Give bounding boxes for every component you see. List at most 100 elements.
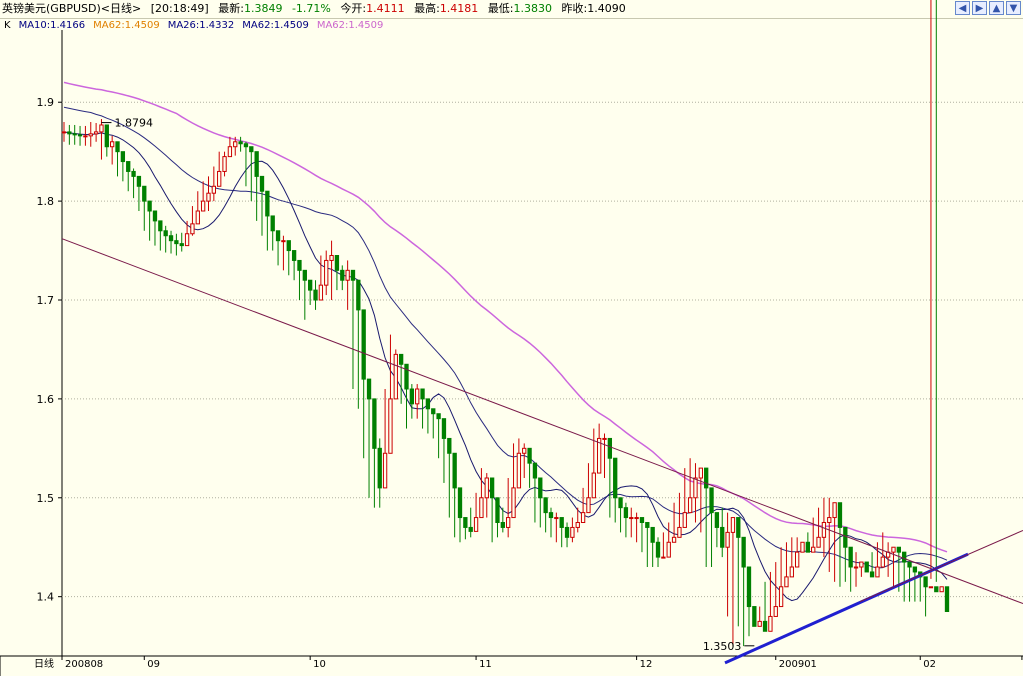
candle-up	[329, 255, 334, 261]
candle-down	[650, 526, 655, 543]
candle-up	[666, 541, 671, 558]
candle-up	[634, 517, 639, 520]
candle-up	[554, 517, 559, 520]
candle-up	[629, 517, 634, 520]
candle-down	[152, 210, 158, 222]
candle-up	[821, 522, 827, 538]
candle-down	[639, 517, 645, 523]
candle-up	[811, 546, 816, 553]
candle-down	[468, 526, 473, 532]
candle-down	[131, 170, 136, 177]
candle-down	[864, 561, 869, 573]
candle-up	[880, 556, 885, 568]
candle-down	[912, 566, 918, 573]
candle-down	[302, 269, 307, 281]
candle-down	[147, 200, 152, 212]
candle-down	[163, 230, 168, 237]
candle-down	[896, 546, 901, 553]
candle-up	[725, 531, 730, 548]
candle-up	[83, 135, 88, 138]
ma62-line	[63, 81, 948, 553]
candle-down	[270, 215, 275, 232]
candle-up	[382, 452, 388, 489]
high-marker-label: 1.8794	[114, 117, 152, 130]
candle-down	[420, 388, 425, 400]
y-tick-label: 1.7	[37, 294, 55, 307]
candle-up	[859, 561, 864, 568]
candle-down	[463, 517, 468, 528]
candle-down	[334, 255, 340, 271]
candle-up	[200, 200, 206, 212]
candle-up	[93, 131, 99, 135]
candle-down	[607, 437, 613, 459]
candle-up	[88, 133, 93, 137]
candle-down	[361, 309, 366, 380]
candle-down	[848, 546, 853, 568]
x-tick-label: 09	[147, 659, 160, 670]
candle-down	[120, 151, 126, 163]
candle-up	[580, 512, 586, 523]
candle-down	[746, 566, 752, 608]
candle-up	[827, 517, 832, 523]
y-tick-label: 1.6	[37, 393, 55, 406]
candle-down	[356, 279, 361, 311]
low-marker-label: 1.3503	[703, 640, 742, 653]
candle-up	[110, 141, 115, 148]
candle-up	[516, 452, 522, 489]
candle-up	[773, 606, 778, 617]
candle-up	[227, 146, 233, 158]
candle-down	[944, 586, 950, 612]
candle-down	[543, 497, 548, 514]
candle-up	[661, 556, 666, 559]
candle-down	[425, 398, 431, 410]
candle-down	[340, 269, 345, 281]
candle-down	[741, 536, 746, 568]
candle-up	[778, 586, 784, 608]
candle-up	[233, 141, 238, 148]
candle-down	[142, 185, 147, 202]
y-tick-label: 1.9	[37, 96, 55, 109]
candle-down	[265, 190, 270, 217]
x-tick-label: 02	[923, 659, 936, 670]
candle-down	[618, 497, 623, 509]
candle-up	[281, 240, 286, 243]
candle-up	[816, 536, 821, 548]
candle-down	[752, 606, 757, 627]
candle-down	[308, 279, 313, 291]
candle-up	[891, 546, 896, 553]
candle-down	[805, 541, 811, 553]
candle-down	[249, 146, 254, 153]
candle-down	[907, 561, 912, 568]
candle-down	[259, 175, 265, 192]
candle-down	[538, 477, 543, 499]
candle-down	[923, 576, 928, 588]
resistance-trendline	[61, 238, 1023, 605]
candle-up	[768, 615, 773, 632]
candle-up	[794, 551, 800, 568]
candle-down	[645, 522, 650, 528]
candle-down	[291, 250, 297, 261]
candle-up	[800, 541, 805, 553]
candle-down	[136, 175, 142, 187]
candle-down	[762, 620, 768, 632]
candle-up	[671, 536, 677, 543]
candle-down	[613, 457, 618, 499]
candle-down	[564, 526, 570, 538]
candle-down	[254, 151, 259, 177]
candle-up	[345, 269, 350, 281]
x-tick-label: 200901	[779, 659, 817, 670]
candle-down	[366, 378, 372, 400]
candle-up	[479, 497, 484, 519]
candle-down	[500, 522, 505, 528]
candle-down	[158, 220, 163, 232]
candle-down	[404, 363, 409, 390]
candle-up	[506, 517, 511, 528]
candle-up	[195, 210, 200, 225]
candle-down	[902, 551, 907, 563]
candle-up	[586, 497, 591, 514]
candle-up	[875, 566, 880, 578]
candle-up	[682, 512, 687, 528]
candle-down	[168, 235, 174, 242]
x-tick-label: 11	[479, 659, 492, 670]
ma10-line	[63, 131, 948, 602]
